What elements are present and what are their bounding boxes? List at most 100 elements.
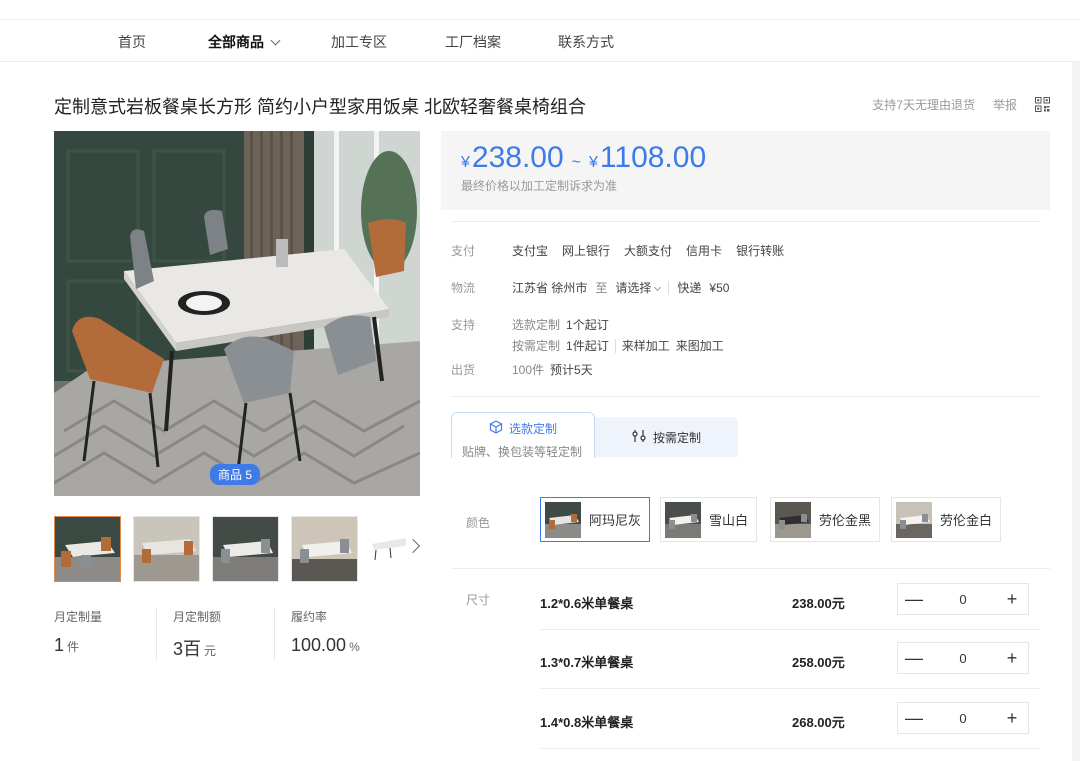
stat-fulfillment-rate: 履约率 100.00% [274, 608, 394, 660]
color-option-armani-grey[interactable]: 阿玛尼灰 [540, 497, 651, 542]
color-option-label: 劳伦金白 [940, 513, 993, 528]
color-option-image [665, 501, 701, 538]
tab-on-demand-custom[interactable]: 按需定制 [594, 417, 738, 457]
quantity-input[interactable]: 0 [930, 711, 996, 726]
plus-icon[interactable]: + [996, 703, 1028, 733]
size-name: 1.2*0.6米单餐桌 [540, 596, 634, 611]
logistics-info: 江苏省 徐州市 至 请选择 快递 ¥50 [512, 279, 730, 296]
report-link[interactable]: 举报 [993, 96, 1017, 113]
top-strip [0, 0, 1080, 20]
size-row: 1.4*0.8米单餐桌 268.00元 — 0 + [540, 690, 1040, 749]
nav-all-products-label: 全部商品 [208, 34, 264, 50]
support-line-2: 按需定制 1件起订 来样加工 来图加工 [512, 338, 724, 353]
support-label: 支持 [451, 318, 476, 332]
thumbnail-2[interactable] [133, 516, 200, 582]
color-option-label: 雪山白 [709, 513, 749, 528]
payment-method: 大额支付 [624, 244, 673, 258]
size-name: 1.4*0.8米单餐桌 [540, 715, 634, 730]
divider [451, 396, 1040, 397]
price-min: 238.00 [471, 141, 564, 174]
divider [614, 338, 616, 353]
shipping-label: 出货 [451, 363, 476, 377]
color-option-lauren-gold-black[interactable]: 劳伦金黑 [770, 497, 881, 542]
express-label: 快递 [677, 281, 702, 295]
color-option-lauren-gold-white[interactable]: 劳伦金白 [891, 497, 1002, 542]
payment-method: 支付宝 [512, 244, 549, 258]
plus-icon[interactable]: + [996, 643, 1028, 673]
color-option-image [545, 501, 581, 538]
minus-icon[interactable]: — [898, 643, 930, 673]
scrollbar[interactable] [1072, 62, 1080, 761]
tab-on-demand-custom-label: 按需定制 [652, 430, 701, 445]
main-product-image[interactable] [54, 131, 420, 496]
color-option-snow-white[interactable]: 雪山白 [660, 497, 758, 542]
price-box: ¥238.00 ~ ¥1108.00 最终价格以加工定制诉求为准 [441, 131, 1050, 210]
chevron-down-icon [654, 283, 662, 292]
thumbnail-strip [54, 516, 406, 582]
quantity-stepper: — 0 + [897, 702, 1029, 734]
size-price: 258.00元 [792, 655, 845, 670]
payment-method: 网上银行 [562, 244, 611, 258]
stat-label: 月定制额 [173, 610, 222, 624]
stat-value: 1件 [54, 635, 80, 655]
minus-icon[interactable]: — [898, 703, 930, 733]
color-option-image [775, 501, 811, 538]
shipping-info: 100件 预计5天 [512, 363, 593, 377]
sliders-icon [631, 429, 647, 446]
chevron-right-icon[interactable] [405, 538, 421, 554]
plus-icon[interactable]: + [996, 584, 1028, 614]
stat-value: 100.00% [291, 635, 360, 655]
ship-from: 江苏省 徐州市 [512, 281, 588, 295]
payment-method: 银行转账 [736, 244, 785, 258]
tab-select-custom-label: 选款定制 [508, 422, 557, 436]
nav-all-products[interactable]: 全部商品 [208, 32, 281, 52]
minus-icon[interactable]: — [898, 584, 930, 614]
thumbnail-5-partial[interactable] [370, 516, 406, 582]
size-price: 268.00元 [792, 715, 845, 730]
divider [668, 280, 670, 295]
size-row: 1.3*0.7米单餐桌 258.00元 — 0 + [540, 630, 1040, 689]
divider [451, 568, 1050, 569]
chevron-down-icon [270, 35, 281, 46]
title-tools: 支持7天无理由退货 举报 [872, 96, 1050, 113]
stat-label: 月定制量 [54, 610, 103, 624]
shipping-fee: ¥50 [709, 280, 730, 295]
quantity-stepper: — 0 + [897, 642, 1029, 674]
return-policy: 支持7天无理由退货 [872, 98, 975, 112]
stat-value: 3百元 [173, 639, 217, 659]
thumbnail-1[interactable] [54, 516, 121, 582]
size-row: 1.2*0.6米单餐桌 238.00元 — 0 + [540, 571, 1040, 630]
quantity-input[interactable]: 0 [930, 651, 996, 666]
stat-monthly-amount: 月定制额 3百元 [156, 608, 274, 660]
tab-select-custom[interactable]: 选款定制 贴牌、换包装等轻定制 [451, 412, 595, 459]
price-note: 最终价格以加工定制诉求为准 [461, 179, 618, 193]
nav-home[interactable]: 首页 [118, 32, 146, 52]
price-max: 1108.00 [599, 141, 707, 174]
quantity-input[interactable]: 0 [930, 592, 996, 607]
color-option-label: 阿玛尼灰 [589, 513, 642, 528]
color-label: 颜色 [466, 516, 491, 530]
nav-factory-profile[interactable]: 工厂档案 [445, 32, 501, 52]
main-nav: 首页 全部商品 加工专区 工厂档案 联系方式 [0, 20, 1080, 62]
stats-panel: 月定制量 1件 月定制额 3百元 履约率 100.00% [54, 608, 394, 660]
cube-icon [489, 420, 503, 437]
color-option-label: 劳伦金黑 [819, 513, 872, 528]
payment-label: 支付 [451, 244, 476, 258]
image-count-badge: 商品 5 [210, 464, 261, 485]
stat-label: 履约率 [291, 610, 328, 624]
price-range: ¥238.00 ~ ¥1108.00 [461, 141, 707, 174]
thumbnail-4[interactable] [291, 516, 358, 582]
tab-select-custom-subtitle: 贴牌、换包装等轻定制 [462, 445, 583, 459]
nav-contact[interactable]: 联系方式 [558, 32, 614, 52]
support-line-1: 选款定制 1个起订 [512, 318, 609, 332]
thumbnail-3[interactable] [212, 516, 279, 582]
size-name: 1.3*0.7米单餐桌 [540, 655, 634, 670]
payment-method: 信用卡 [686, 244, 723, 258]
divider [451, 221, 1040, 222]
destination-select[interactable]: 请选择 [615, 279, 662, 296]
qr-code-icon[interactable] [1035, 97, 1050, 112]
nav-processing-zone[interactable]: 加工专区 [331, 32, 387, 52]
size-label: 尺寸 [466, 593, 491, 607]
payment-methods: 支付宝 网上银行 大额支付 信用卡 银行转账 [512, 242, 784, 259]
stat-monthly-orders: 月定制量 1件 [54, 608, 156, 660]
